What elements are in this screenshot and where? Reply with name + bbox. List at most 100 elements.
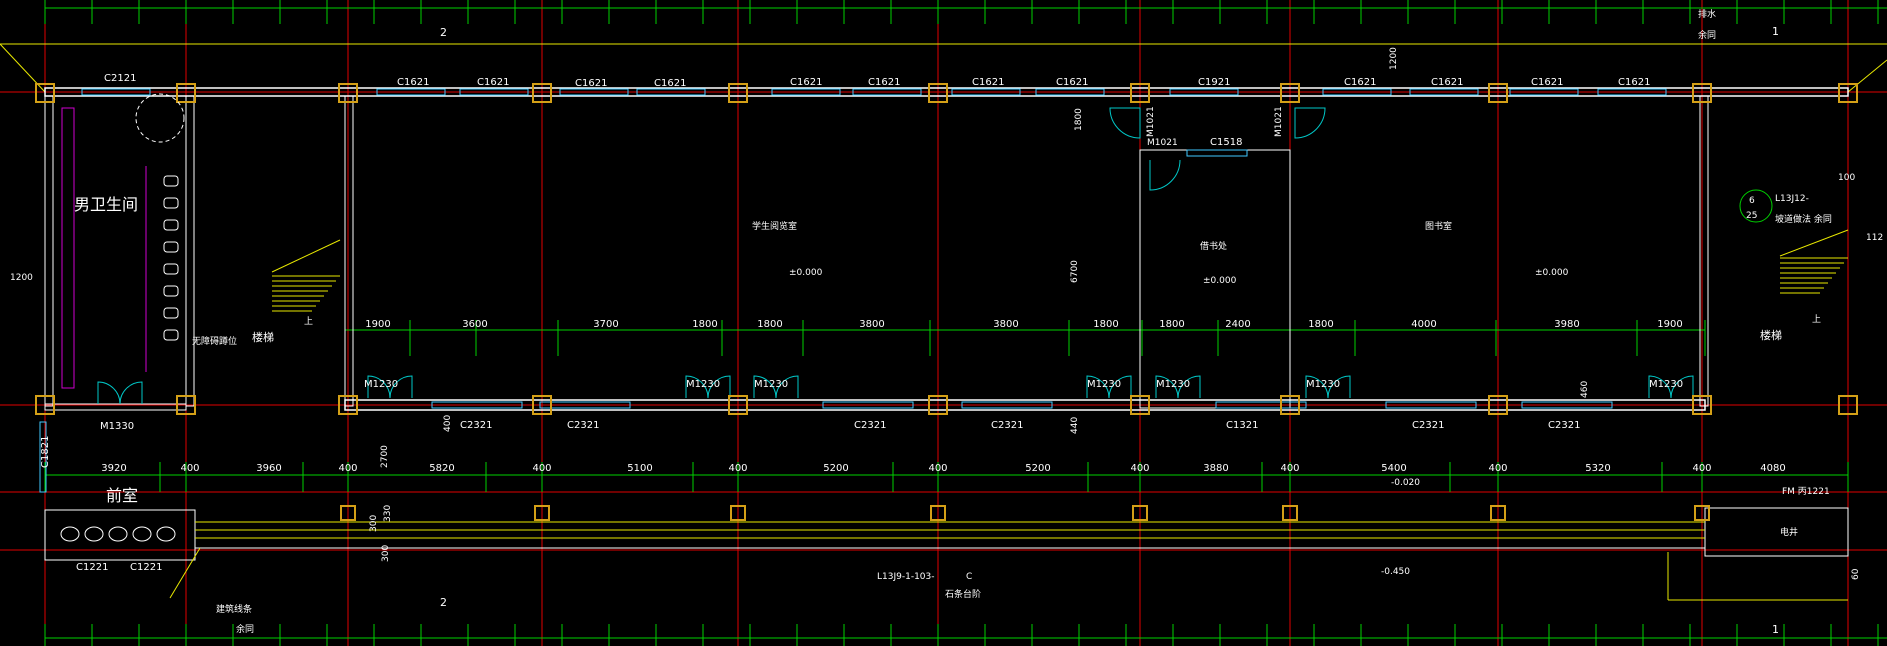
dim-label: 460: [1580, 381, 1590, 398]
door-label: M1230: [1087, 379, 1121, 390]
window-label: C1621: [477, 77, 509, 88]
note: 25: [1746, 211, 1757, 221]
door-label: M1230: [1156, 379, 1190, 390]
window-label: C2321: [854, 420, 886, 431]
dim-label: 1800: [757, 319, 782, 330]
door-label: M1330: [100, 421, 134, 432]
section-mark: 2: [440, 596, 447, 609]
wall: [344, 95, 354, 407]
note: 6: [1749, 196, 1755, 206]
dim-label: 6700: [1070, 260, 1080, 283]
door-label: M1230: [686, 379, 720, 390]
basin: [60, 526, 80, 542]
toilet-fixture: [163, 307, 179, 319]
basin: [132, 526, 152, 542]
dim-label: 400: [338, 463, 357, 474]
dim-label: 400: [1692, 463, 1711, 474]
dim-label: 1800: [1159, 319, 1184, 330]
dim-label: 5820: [429, 463, 454, 474]
dim-label: 400: [443, 415, 453, 432]
wall: [1699, 95, 1709, 407]
room-name: 楼梯: [252, 330, 274, 344]
wall: [185, 95, 195, 407]
note: 无障碍蹲位: [192, 335, 237, 347]
basin: [156, 526, 176, 542]
dim-label: 4080: [1760, 463, 1785, 474]
dim-label: 1800: [692, 319, 717, 330]
dim-label: 1200: [1389, 47, 1399, 70]
dim-label: 440: [1070, 417, 1080, 434]
dim-label: 100: [1838, 173, 1855, 183]
window-label: C1621: [654, 78, 686, 89]
level-mark: ±0.000: [1203, 276, 1237, 286]
window-label: C1221: [76, 562, 108, 573]
dim-label: 4000: [1411, 319, 1436, 330]
dim-label: 1800: [1074, 108, 1084, 131]
note: L13J12-: [1775, 194, 1809, 204]
yellow-line: [169, 547, 201, 599]
dim-label: 400: [928, 463, 947, 474]
dim-label: 5400: [1381, 463, 1406, 474]
window-label: C1518: [1210, 137, 1242, 148]
toilet-fixture: [163, 263, 179, 275]
basin: [108, 526, 128, 542]
door-label: M1021: [1146, 106, 1156, 137]
wc-fixtures: [60, 93, 1773, 542]
window-label: C1621: [868, 77, 900, 88]
room-name: 图书室: [1425, 220, 1452, 232]
toilet-fixture: [163, 175, 179, 187]
toilet-fixture: [163, 197, 179, 209]
door-swing: [1294, 107, 1326, 139]
toilet-fixture: [163, 329, 179, 341]
dim-label: 3600: [462, 319, 487, 330]
yellow-line: [1847, 59, 1887, 93]
room-name: 前室: [106, 486, 138, 505]
note: 排水: [1698, 8, 1716, 20]
dim-label: 60: [1851, 568, 1861, 580]
axis-lines: [0, 0, 1887, 646]
stair-line: [1779, 229, 1849, 257]
door-swing: [97, 381, 143, 405]
dim-label: 5320: [1585, 463, 1610, 474]
dim-label: 5100: [627, 463, 652, 474]
note: 余同: [1698, 29, 1716, 41]
dim-label: 1900: [365, 319, 390, 330]
window-label: C1621: [1531, 77, 1563, 88]
dim-label: 400: [532, 463, 551, 474]
note: 上: [1812, 314, 1821, 325]
urinal-trough: [61, 107, 75, 389]
window-label: C1621: [1618, 77, 1650, 88]
dim-label: 3800: [993, 319, 1018, 330]
window-label: C1621: [1431, 77, 1463, 88]
door-label: M1230: [1306, 379, 1340, 390]
window-label: C1321: [1226, 420, 1258, 431]
dim-label: 300: [381, 545, 391, 562]
window-label: C2321: [1548, 420, 1580, 431]
door-label: M1021: [1147, 138, 1178, 148]
note: 建筑线条: [216, 603, 252, 615]
inner-dimension-text: 1900 3600 3700 1800 1800 3800 3800 1800 1800 2400…: [365, 319, 1682, 330]
level-mark: -0.450: [1381, 567, 1410, 577]
window-label: C1621: [972, 77, 1004, 88]
floor-plan-drawing: C2121 C1621 C1621 C1621 C1621 C1621 C162…: [0, 0, 1887, 646]
toilet-fixture: [163, 285, 179, 297]
dim-label: 3700: [593, 319, 618, 330]
door-label: FM 丙1221: [1782, 486, 1830, 497]
dim-label: 5200: [1025, 463, 1050, 474]
level-mark: ±0.000: [789, 268, 823, 278]
window-label: C1621: [790, 77, 822, 88]
door-label: M1230: [754, 379, 788, 390]
window-label: C2321: [460, 420, 492, 431]
level-mark: -0.020: [1391, 478, 1420, 488]
room-name: 电井: [1780, 526, 1798, 538]
dim-label: 5200: [823, 463, 848, 474]
room-name: 借书处: [1200, 240, 1227, 252]
room-name: 男卫生间: [74, 195, 138, 214]
door-label: M1230: [1649, 379, 1683, 390]
window-label: C2321: [991, 420, 1023, 431]
stairs: [271, 229, 1849, 312]
level-mark: ±0.000: [1535, 268, 1569, 278]
dim-label: 3880: [1203, 463, 1228, 474]
section-mark: 2: [440, 26, 447, 39]
basin: [84, 526, 104, 542]
